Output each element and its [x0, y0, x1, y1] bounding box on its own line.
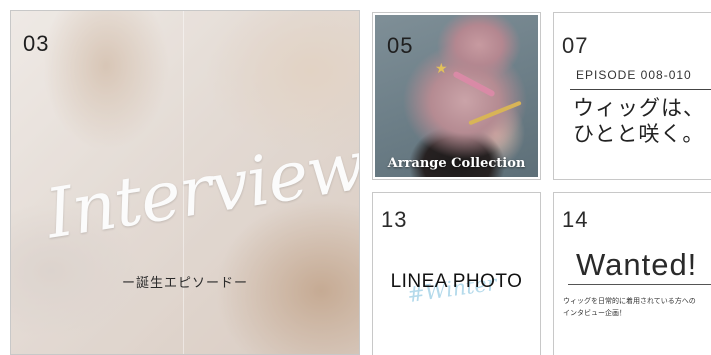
card-number: 03 [23, 31, 50, 56]
linea-photo-title: LINEA PHOTO [390, 271, 523, 292]
linea-photo-card[interactable]: 13 #Winter LINEA PHOTO [372, 192, 541, 355]
episode-range: EPISODE 008-010 [576, 68, 692, 82]
wanted-description: ウィッグを日常的に着用されている方への インタビュー企画！ [563, 295, 711, 319]
card-number: 05 [387, 33, 414, 58]
divider [568, 284, 711, 285]
interview-card[interactable]: 03 Interview ー誕生エピソードー [10, 10, 360, 355]
interview-subtitle: ー誕生エピソードー [121, 276, 248, 291]
card-number: 07 [562, 33, 589, 58]
episode-headline-line2: ひとと咲く。 [573, 122, 705, 146]
arrange-collection-card[interactable]: ★ 05 Arrange Collection [372, 12, 541, 180]
wanted-card[interactable]: 14 Wanted! ウィッグを日常的に着用されている方への インタビュー企画！ [553, 192, 711, 355]
star-clip-icon: ★ [435, 61, 448, 77]
episode-card[interactable]: 07 EPISODE 008-010 ウィッグは、 ひとと咲く。 [553, 12, 711, 180]
episode-headline: ウィッグは、 ひとと咲く。 [573, 95, 705, 147]
wanted-description-line1: ウィッグを日常的に着用されている方への [563, 297, 696, 305]
arrange-collection-caption: Arrange Collection [387, 156, 526, 171]
card-number: 13 [381, 207, 408, 232]
hair-clip-gold [468, 100, 522, 126]
episode-headline-line1: ウィッグは、 [573, 96, 705, 120]
divider [570, 89, 711, 90]
hair-clip-pink [452, 70, 496, 98]
wanted-title: Wanted! [576, 247, 698, 282]
card-number: 14 [562, 207, 589, 232]
wanted-description-line2: インタビュー企画！ [563, 309, 626, 317]
